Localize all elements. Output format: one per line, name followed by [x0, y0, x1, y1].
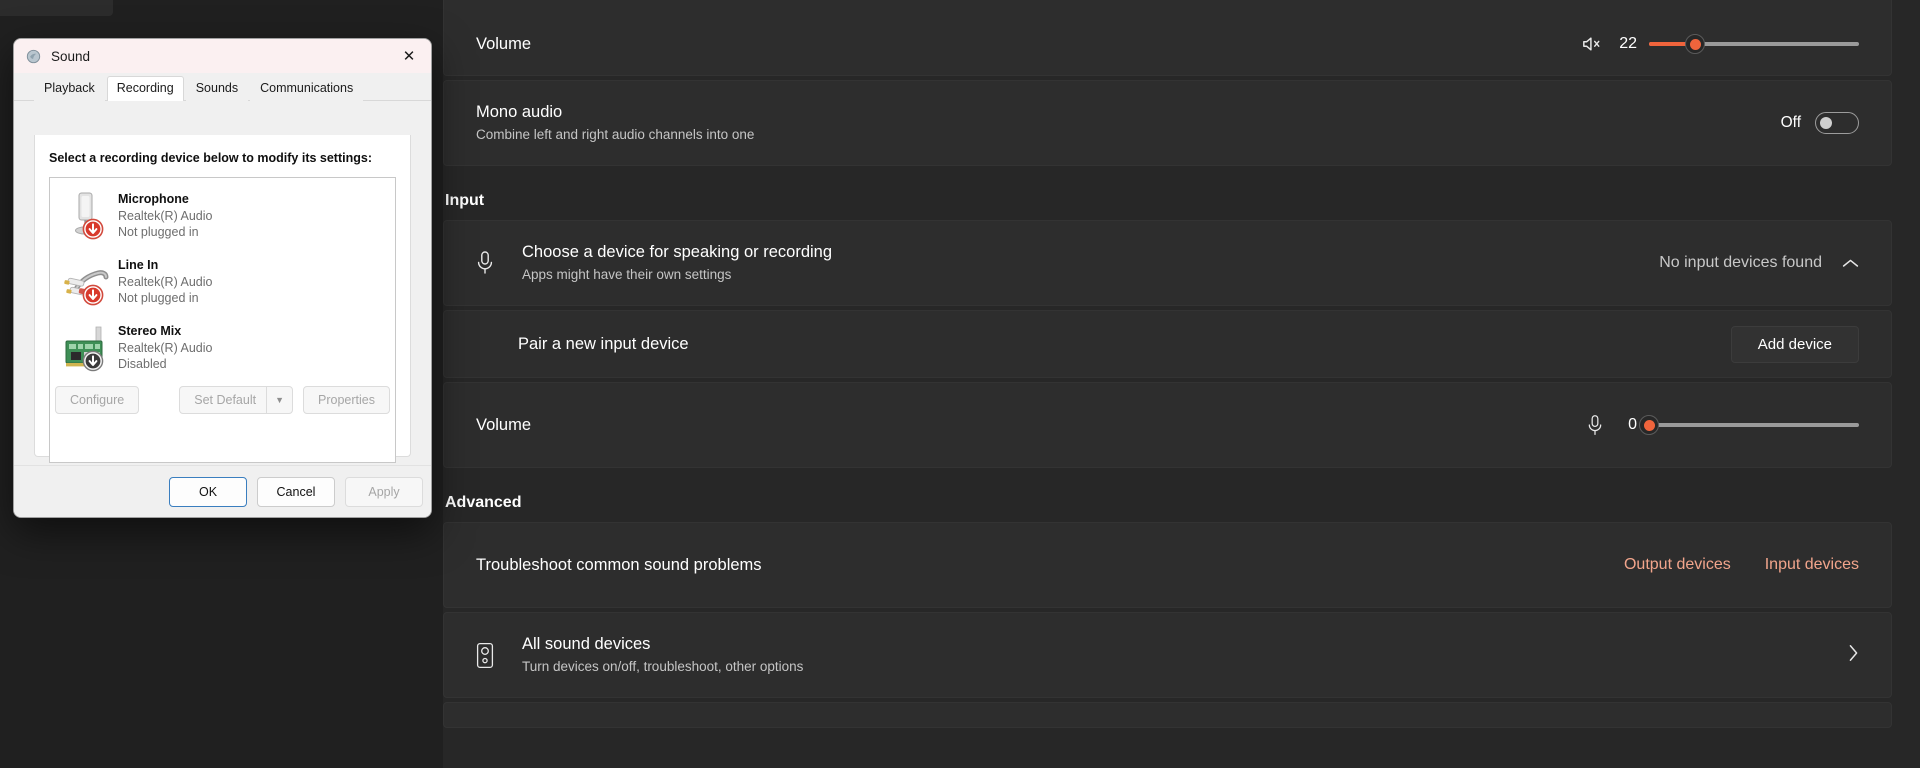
- set-default-button[interactable]: Set Default: [180, 387, 266, 413]
- input-volume-label: Volume: [476, 415, 532, 434]
- taskbar-sliver: [0, 0, 113, 16]
- sound-dialog-title: Sound: [51, 48, 91, 64]
- output-volume-slider[interactable]: [1649, 33, 1859, 55]
- input-volume-texts: Volume: [476, 414, 531, 436]
- mono-audio-card: Mono audio Combine left and right audio …: [443, 80, 1892, 166]
- sound-dialog: Sound ✕ Playback Recording Sounds Commun…: [13, 38, 432, 518]
- device-name: Line In: [118, 258, 159, 272]
- list-item[interactable]: Line In Realtek(R) Audio Not plugged in: [50, 249, 395, 315]
- choose-input-device-status: No input devices found: [1659, 254, 1822, 271]
- rca-cable-icon: [62, 255, 118, 309]
- sound-dialog-footer: OK Cancel Apply: [14, 465, 431, 517]
- settings-content-pane: Volume 22 Mono audio Combine left and ri…: [443, 0, 1920, 768]
- list-item-texts: Line In Realtek(R) Audio Not plugged in: [118, 255, 213, 306]
- sound-icon: [26, 49, 41, 64]
- choose-input-device-card[interactable]: Choose a device for speaking or recordin…: [443, 220, 1892, 306]
- output-volume-label: Volume: [476, 34, 532, 53]
- output-volume-controls: 22: [1581, 33, 1859, 55]
- pair-input-device-card: Pair a new input device Add device: [443, 310, 1892, 378]
- input-volume-value: 0: [1628, 416, 1637, 433]
- add-device-button[interactable]: Add device: [1730, 325, 1859, 363]
- sound-dialog-tabs: Playback Recording Sounds Communications: [14, 73, 431, 101]
- output-volume-value: 22: [1619, 35, 1637, 52]
- mono-audio-toggle-group: Off: [1781, 112, 1859, 134]
- screen-root: Volume 22 Mono audio Combine left and ri…: [0, 0, 1920, 768]
- recording-tab-panel: Select a recording device below to modif…: [34, 135, 411, 463]
- microphone-level-icon[interactable]: [1587, 414, 1603, 437]
- tab-communications[interactable]: Communications: [250, 76, 364, 101]
- troubleshoot-label: Troubleshoot common sound problems: [476, 555, 762, 574]
- troubleshoot-card: Troubleshoot common sound problems Outpu…: [443, 522, 1892, 608]
- device-status: Not plugged in: [118, 224, 199, 239]
- next-card-peek: [443, 702, 1892, 728]
- list-item-texts: Stereo Mix Realtek(R) Audio Disabled: [118, 321, 213, 372]
- mono-audio-texts: Mono audio Combine left and right audio …: [476, 101, 754, 144]
- device-status: Not plugged in: [118, 290, 199, 305]
- output-devices-link[interactable]: Output devices: [1624, 556, 1731, 574]
- input-devices-link[interactable]: Input devices: [1765, 556, 1859, 574]
- microphone-icon: [476, 250, 522, 276]
- all-sound-devices-subtitle: Turn devices on/off, troubleshoot, other…: [522, 658, 804, 674]
- input-volume-card: Volume 0: [443, 382, 1892, 468]
- recording-panel-caption: Select a recording device below to modif…: [49, 151, 372, 165]
- list-item-texts: Microphone Realtek(R) Audio Not plugged …: [118, 189, 213, 240]
- list-item[interactable]: Microphone Realtek(R) Audio Not plugged …: [50, 183, 395, 249]
- choose-input-device-title: Choose a device for speaking or recordin…: [522, 243, 833, 262]
- pair-device-texts: Pair a new input device: [518, 333, 689, 355]
- troubleshoot-texts: Troubleshoot common sound problems: [476, 554, 762, 576]
- mono-audio-toggle[interactable]: [1815, 112, 1859, 134]
- microphone-device-icon: [62, 189, 118, 243]
- cancel-button[interactable]: Cancel: [257, 476, 335, 507]
- mono-audio-toggle-label: Off: [1780, 114, 1801, 131]
- input-volume-slider[interactable]: [1639, 414, 1859, 436]
- output-volume-texts: Volume: [476, 33, 531, 55]
- device-name: Microphone: [118, 192, 189, 206]
- chevron-right-icon[interactable]: [1848, 644, 1859, 666]
- speaker-muted-icon[interactable]: [1581, 34, 1603, 54]
- input-slider-thumb[interactable]: [1639, 415, 1659, 435]
- tab-playback[interactable]: Playback: [34, 76, 105, 101]
- close-icon[interactable]: ✕: [387, 39, 431, 73]
- device-status: Disabled: [118, 356, 167, 371]
- tab-recording[interactable]: Recording: [106, 76, 184, 101]
- advanced-section-header: Advanced: [445, 494, 522, 511]
- pair-device-label: Pair a new input device: [518, 334, 689, 353]
- output-slider-thumb[interactable]: [1685, 34, 1706, 54]
- mono-audio-subtitle: Combine left and right audio channels in…: [476, 126, 755, 142]
- choose-input-device-texts: Choose a device for speaking or recordin…: [522, 241, 832, 284]
- apply-button[interactable]: Apply: [345, 476, 423, 507]
- device-driver: Realtek(R) Audio: [118, 208, 213, 223]
- input-volume-controls: 0: [1587, 414, 1859, 437]
- device-driver: Realtek(R) Audio: [118, 340, 213, 355]
- device-name: Stereo Mix: [118, 324, 182, 338]
- mono-audio-toggle-knob: [1820, 117, 1832, 129]
- all-sound-devices-title: All sound devices: [522, 635, 651, 654]
- recording-action-buttons: Configure Set Default ▼ Properties: [55, 386, 390, 456]
- properties-button[interactable]: Properties: [303, 386, 390, 414]
- chevron-up-icon[interactable]: [1842, 254, 1859, 273]
- choose-input-device-subtitle: Apps might have their own settings: [522, 266, 732, 282]
- sound-dialog-titlebar: Sound ✕: [14, 39, 431, 73]
- input-section-header: Input: [445, 192, 485, 209]
- list-item[interactable]: Stereo Mix Realtek(R) Audio Disabled: [50, 315, 395, 381]
- all-sound-devices-texts: All sound devices Turn devices on/off, t…: [522, 633, 803, 676]
- ok-button[interactable]: OK: [169, 476, 247, 507]
- mono-audio-title: Mono audio: [476, 103, 563, 122]
- output-volume-card: Volume 22: [443, 0, 1892, 76]
- speaker-device-icon: [476, 642, 522, 669]
- device-driver: Realtek(R) Audio: [118, 274, 213, 289]
- set-default-split-button[interactable]: Set Default ▼: [179, 386, 294, 414]
- all-sound-devices-card[interactable]: All sound devices Turn devices on/off, t…: [443, 612, 1892, 698]
- configure-button[interactable]: Configure: [55, 386, 140, 414]
- sound-dialog-body: Playback Recording Sounds Communications…: [14, 73, 431, 517]
- pci-card-icon: [62, 321, 118, 375]
- chevron-down-icon[interactable]: ▼: [266, 387, 292, 413]
- input-slider-track: [1649, 423, 1859, 427]
- tab-sounds[interactable]: Sounds: [185, 76, 249, 101]
